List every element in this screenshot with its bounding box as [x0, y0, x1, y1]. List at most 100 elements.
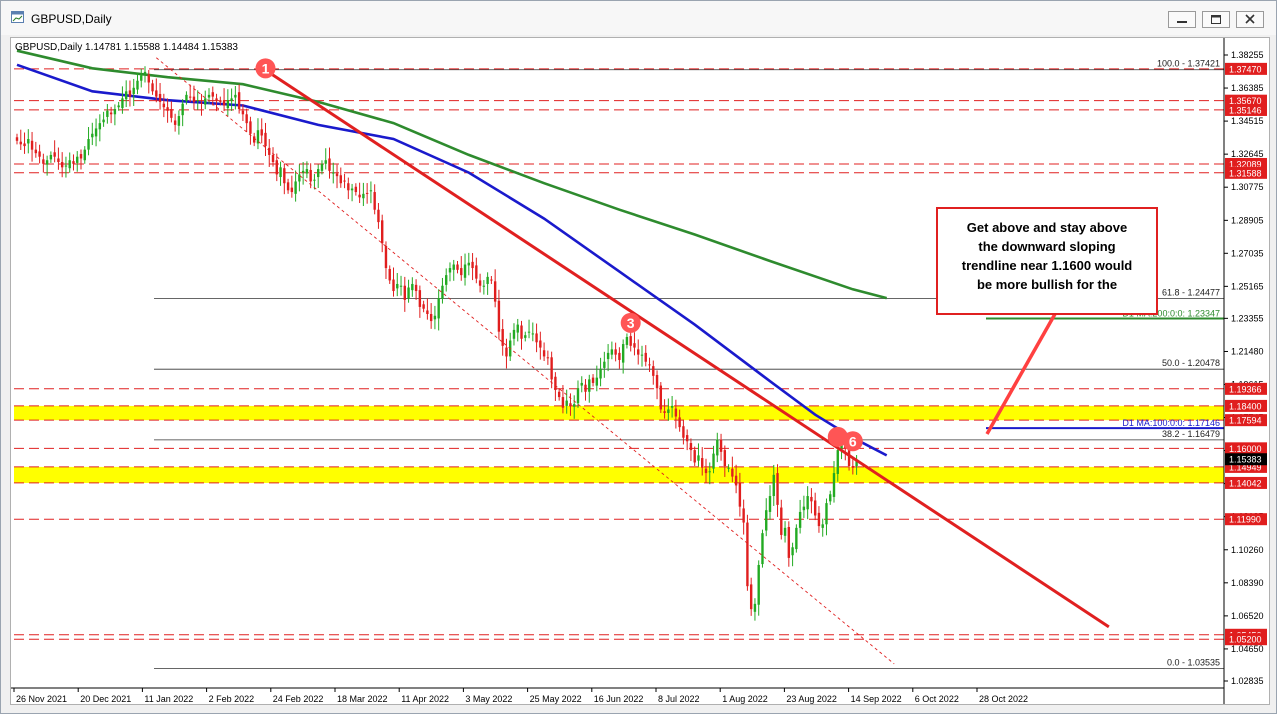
candle-body	[124, 91, 128, 100]
candle-body	[550, 357, 553, 380]
candle-body	[268, 147, 271, 155]
candle-body	[27, 139, 30, 144]
close-button[interactable]	[1236, 11, 1264, 28]
candle-body	[697, 455, 700, 461]
candle-body	[595, 377, 599, 386]
candle-body	[181, 103, 184, 116]
annotation-text-line: be more bullish for the	[977, 277, 1117, 292]
price-axis-tick-label: 1.38255	[1231, 50, 1264, 60]
candle-body	[347, 183, 350, 191]
candle-body	[45, 160, 49, 165]
candle-body	[670, 405, 674, 408]
candle-body	[275, 160, 278, 175]
candle-body	[738, 482, 742, 507]
candle-body	[591, 377, 595, 383]
candle-body	[30, 140, 34, 150]
candle-body	[825, 503, 828, 525]
candle-body	[734, 475, 738, 486]
candle-body	[369, 190, 373, 192]
candle-body	[493, 281, 497, 302]
candle-body	[520, 325, 523, 339]
candle-body	[851, 466, 855, 468]
window-title: GBPUSD,Daily	[31, 12, 112, 26]
candle-body	[576, 388, 580, 404]
candle-body	[162, 103, 166, 108]
candle-body	[350, 188, 354, 191]
candle-body	[215, 98, 218, 101]
candle-body	[429, 314, 433, 322]
candle-body	[569, 403, 572, 406]
candle-body	[667, 409, 670, 413]
candlestick-chart[interactable]: 100.0 - 1.37421 61.8 - 1.24477 50.0 - 1.20…	[11, 38, 1269, 704]
candle-body	[219, 100, 222, 102]
price-axis-tick-label: 1.30775	[1231, 182, 1264, 192]
candle-body	[60, 162, 64, 168]
candle-body	[117, 105, 120, 108]
candle-body	[283, 168, 286, 184]
candle-body	[177, 116, 181, 126]
candle-body	[305, 169, 309, 174]
candle-body	[475, 265, 478, 279]
candle-body	[802, 506, 806, 511]
title-bar[interactable]: GBPUSD,Daily	[1, 1, 1276, 35]
candle-body	[365, 192, 369, 194]
candle-body	[317, 169, 320, 178]
candle-body	[531, 333, 535, 335]
candle-body	[746, 522, 749, 587]
candle-body	[821, 524, 824, 528]
candle-body	[166, 107, 169, 111]
candle-body	[19, 141, 22, 145]
time-axis-label: 25 May 2022	[530, 694, 582, 704]
candle-body	[780, 507, 783, 535]
candle-body	[633, 343, 636, 348]
candle-body	[68, 160, 71, 169]
time-axis-label: 11 Apr 2022	[401, 694, 449, 704]
candle-body	[173, 120, 177, 125]
candle-body	[685, 435, 689, 442]
candle-body	[339, 175, 342, 184]
candle-body	[456, 264, 459, 270]
candle-body	[102, 119, 105, 123]
candle-body	[249, 121, 252, 134]
candle-body	[309, 169, 312, 182]
candle-body	[731, 468, 734, 477]
price-axis-tick-label: 1.10260	[1231, 545, 1264, 555]
candle-body	[471, 261, 474, 269]
annotation-text-line: the downward sloping	[978, 239, 1115, 254]
candle-body	[411, 283, 414, 291]
candle-body	[787, 526, 791, 558]
price-label-text: 1.35146	[1229, 105, 1262, 115]
candle-body	[625, 336, 629, 345]
time-axis-label: 23 Aug 2022	[786, 694, 837, 704]
candle-body	[599, 368, 602, 379]
downward-trendline	[264, 68, 1110, 629]
maximize-button[interactable]	[1202, 11, 1230, 28]
candle-body	[640, 354, 644, 356]
candle-body	[192, 96, 196, 102]
candle-body	[237, 92, 241, 109]
price-label-text: 1.17594	[1229, 416, 1262, 426]
annotation-text-line: Get above and stay above	[967, 220, 1127, 235]
candle-body	[234, 94, 237, 98]
candle-body	[392, 279, 395, 292]
chart-area[interactable]: 100.0 - 1.37421 61.8 - 1.24477 50.0 - 1.20…	[10, 37, 1270, 705]
candle-body	[381, 220, 384, 244]
candle-body	[87, 139, 90, 150]
candle-body	[486, 276, 489, 284]
minimize-button[interactable]	[1168, 11, 1196, 28]
price-axis-tick-label: 1.28905	[1231, 215, 1264, 225]
candle-body	[482, 285, 486, 287]
candle-body	[38, 151, 41, 157]
time-axis-label: 20 Dec 2021	[80, 694, 131, 704]
candle-body	[343, 180, 346, 182]
candle-body	[109, 112, 113, 115]
candle-body	[313, 179, 316, 181]
fib-level-label: 38.2 - 1.16479	[1162, 429, 1220, 439]
candle-body	[396, 283, 399, 289]
candle-body	[497, 300, 501, 332]
time-axis-label: 11 Jan 2022	[144, 694, 193, 704]
candle-body	[151, 83, 154, 92]
candle-body	[207, 94, 211, 98]
candle-body	[546, 357, 550, 359]
candle-body	[693, 450, 696, 463]
